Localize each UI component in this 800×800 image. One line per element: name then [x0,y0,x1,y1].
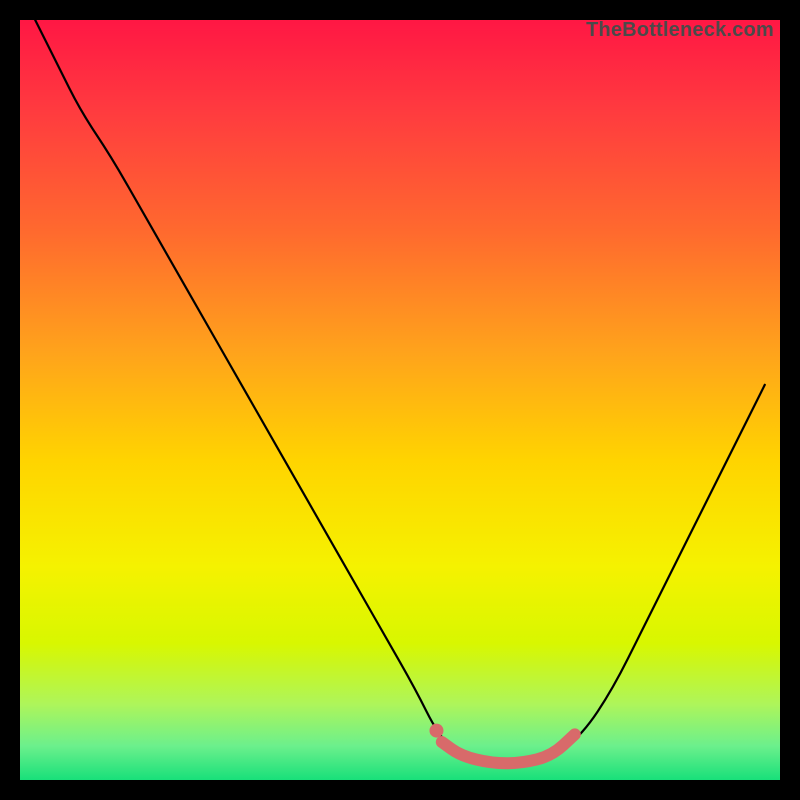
bottleneck-curve [35,20,765,765]
curve-layer [20,20,780,780]
chart-frame: TheBottleneck.com [20,20,780,780]
plot-area [20,20,780,780]
highlight-dot [429,724,443,738]
highlight-curve [442,734,575,763]
watermark-text: TheBottleneck.com [586,19,774,42]
